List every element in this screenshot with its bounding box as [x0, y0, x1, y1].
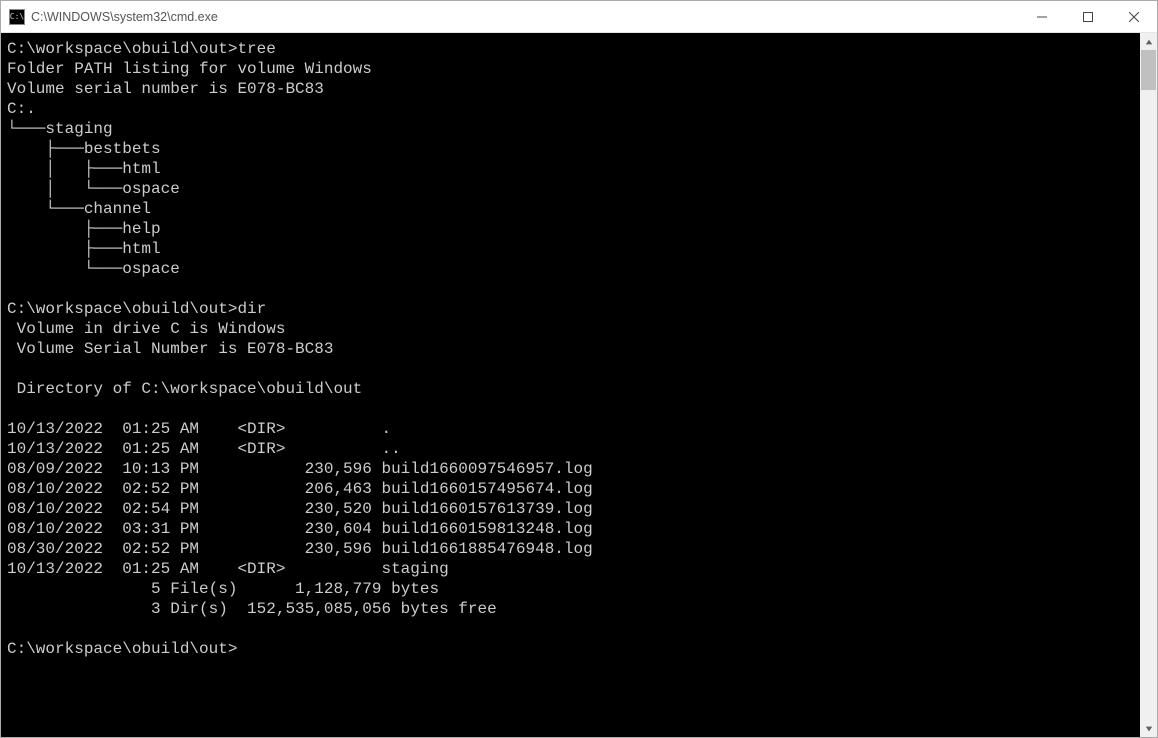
output-line: 08/30/2022 02:52 PM 230,596 build1661885… [7, 540, 593, 558]
output-line: └───channel [7, 200, 151, 218]
cmd-icon: C:\ [9, 9, 25, 25]
terminal-output[interactable]: C:\workspace\obuild\out>tree Folder PATH… [1, 33, 1140, 737]
output-line: 3 Dir(s) 152,535,085,056 bytes free [7, 600, 497, 618]
minimize-button[interactable] [1019, 1, 1065, 32]
prompt: C:\workspace\obuild\out> [7, 300, 237, 318]
output-line: └───staging [7, 120, 113, 138]
content-area: C:\workspace\obuild\out>tree Folder PATH… [1, 33, 1157, 737]
output-line: 10/13/2022 01:25 AM <DIR> . [7, 420, 391, 438]
output-line: Volume Serial Number is E078-BC83 [7, 340, 333, 358]
scroll-track[interactable] [1140, 50, 1157, 720]
output-line: 08/10/2022 03:31 PM 230,604 build1660159… [7, 520, 593, 538]
output-line: ├───help [7, 220, 161, 238]
scroll-up-button[interactable] [1140, 33, 1157, 50]
prompt: C:\workspace\obuild\out> [7, 40, 237, 58]
maximize-button[interactable] [1065, 1, 1111, 32]
close-button[interactable] [1111, 1, 1157, 32]
output-line: Volume in drive C is Windows [7, 320, 285, 338]
prompt: C:\workspace\obuild\out> [7, 640, 237, 658]
output-line: Folder PATH listing for volume Windows [7, 60, 372, 78]
output-line: 10/13/2022 01:25 AM <DIR> staging [7, 560, 449, 578]
vertical-scrollbar[interactable] [1140, 33, 1157, 737]
cmd-window: C:\ C:\WINDOWS\system32\cmd.exe C:\works… [0, 0, 1158, 738]
window-controls [1019, 1, 1157, 32]
output-line: C:. [7, 100, 36, 118]
output-line: 5 File(s) 1,128,779 bytes [7, 580, 439, 598]
output-line: │ └───ospace [7, 180, 180, 198]
output-line: │ ├───html [7, 160, 161, 178]
output-line: 10/13/2022 01:25 AM <DIR> .. [7, 440, 401, 458]
scroll-thumb[interactable] [1141, 50, 1156, 90]
command-text: tree [237, 40, 275, 58]
output-line: └───ospace [7, 260, 180, 278]
output-line: ├───bestbets [7, 140, 161, 158]
titlebar[interactable]: C:\ C:\WINDOWS\system32\cmd.exe [1, 1, 1157, 33]
scroll-down-button[interactable] [1140, 720, 1157, 737]
window-title: C:\WINDOWS\system32\cmd.exe [31, 10, 1019, 24]
output-line: Volume serial number is E078-BC83 [7, 80, 324, 98]
output-line: 08/10/2022 02:52 PM 206,463 build1660157… [7, 480, 593, 498]
output-line: 08/09/2022 10:13 PM 230,596 build1660097… [7, 460, 593, 478]
output-line: ├───html [7, 240, 161, 258]
command-text: dir [237, 300, 266, 318]
output-line: Directory of C:\workspace\obuild\out [7, 380, 362, 398]
output-line: 08/10/2022 02:54 PM 230,520 build1660157… [7, 500, 593, 518]
